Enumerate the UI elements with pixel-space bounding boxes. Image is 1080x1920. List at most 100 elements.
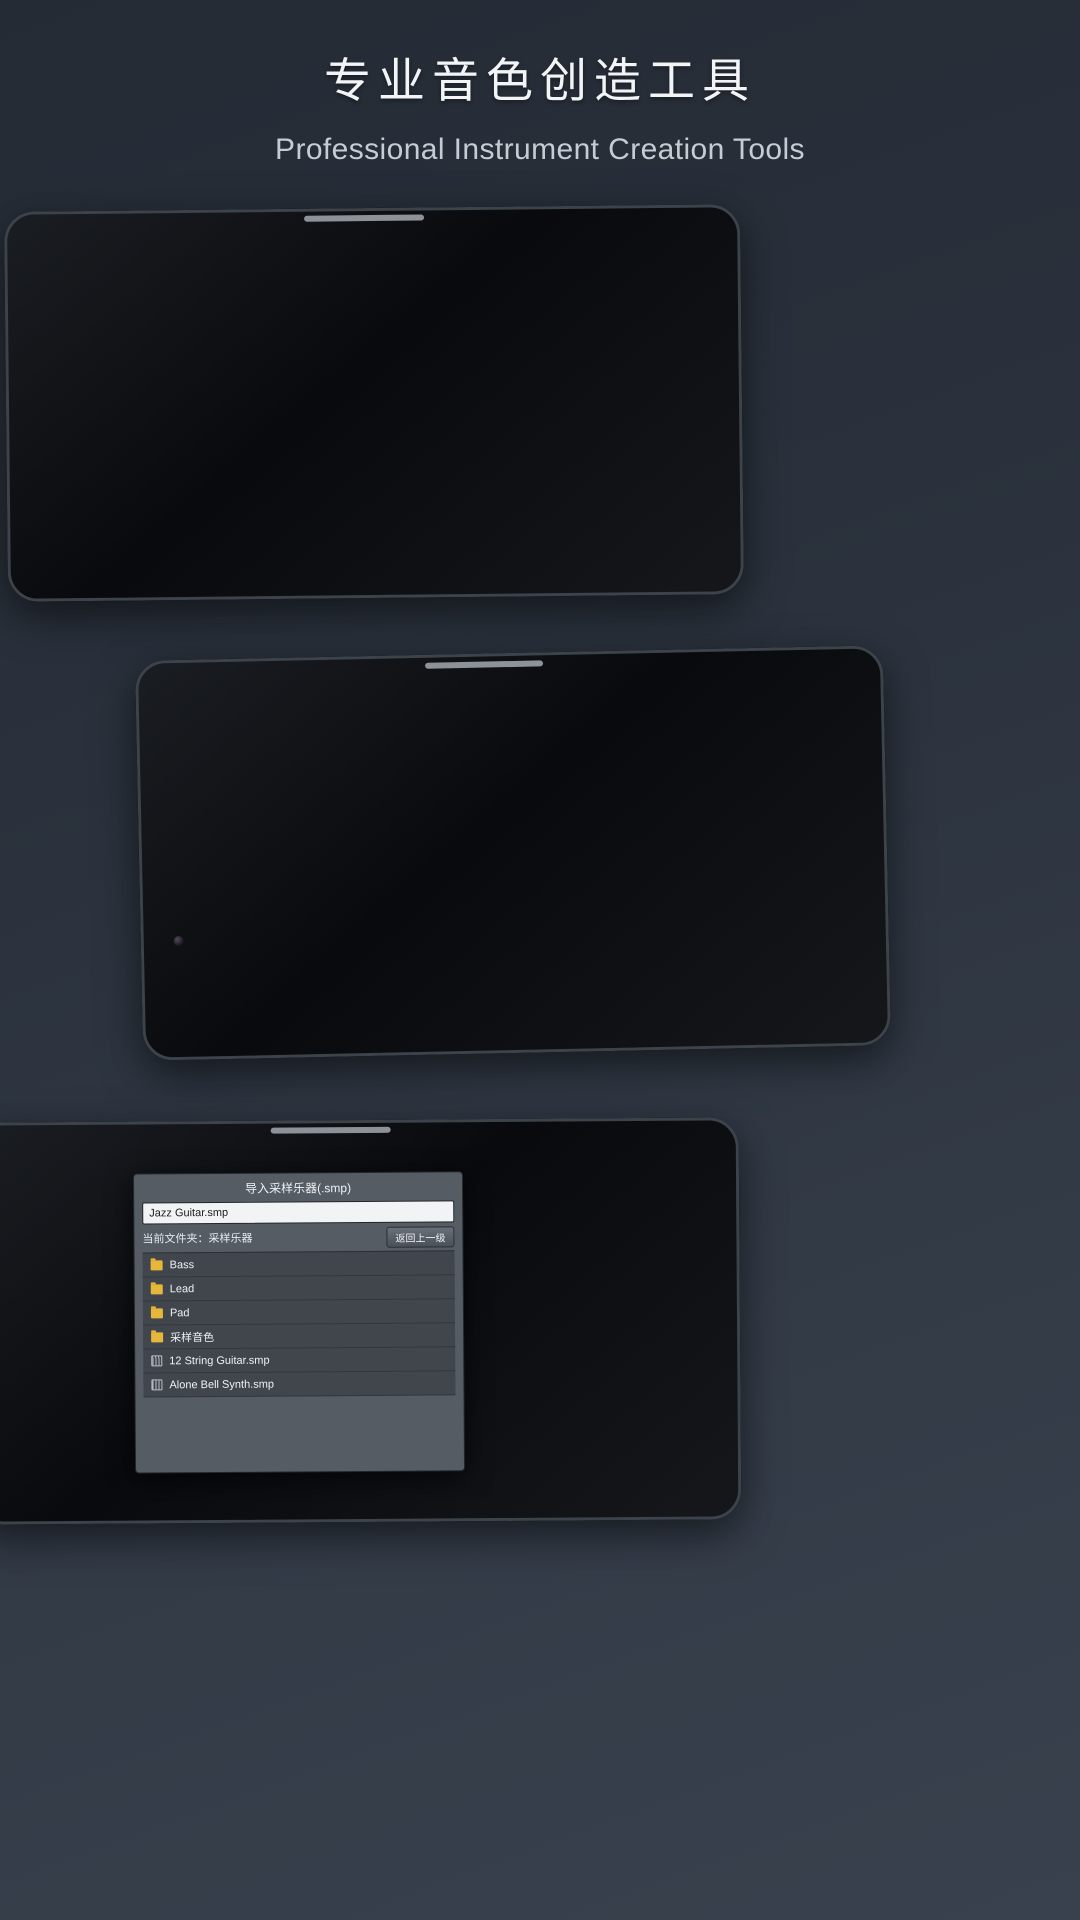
phone2-env-3-knob[interactable]: 释音 [432,852,452,883]
phone1-bpm-display[interactable]: 142 BPM 4/4拍 [24,234,90,265]
phone2-fm-0-knob-icon[interactable] [677,805,696,824]
phone2-env-0-knob[interactable]: 起音 [305,855,325,886]
phone2-fm-1-knob-icon[interactable] [717,804,736,823]
phone2-halftone-row[interactable]: 半音 0 [453,779,525,799]
phone2-export-button[interactable]: 导出音频 [214,1006,276,1029]
phone1-piano-key-black[interactable] [373,527,409,561]
phone1-map-black-key[interactable] [491,298,496,310]
phone2-osc-filter-button[interactable]: 滤波器 [376,796,444,815]
phone2-piano-key[interactable]: C1 [313,977,357,1012]
phone2-osc-tab-1[interactable]: 1 [414,752,430,769]
phone1-piano-key[interactable] [413,526,449,560]
phone1-mode-button-低音[interactable]: 低音 [305,370,338,387]
phone3-master-knob[interactable] [3,1190,37,1224]
phone2-lfo-tabs[interactable]: 12 [579,829,611,849]
phone2-piano-key-black[interactable] [504,973,548,1008]
phone2-octave-prev[interactable]: ‹ [289,976,312,1016]
phone1-tune-0-knob[interactable]: 粗调 [515,363,534,394]
phone3-automation-button[interactable]: AU [365,1144,409,1174]
volume-knob-icon[interactable] [302,785,321,804]
phone2-fm-1-knob[interactable]: 衰减 [717,804,737,835]
phone2-output-0-knob[interactable]: 增益 [751,866,771,897]
phone2-load-button[interactable]: 加载 [485,704,523,726]
phone1-env-0-knob-icon[interactable] [369,413,388,432]
phone1-sample-item[interactable]: Bass F3(L)🗑 [111,422,266,453]
phone3-master-fader[interactable] [37,1232,67,1452]
phone1-piano-key[interactable] [571,525,607,559]
phone1-waveform[interactable]: 24120 36081 [270,324,510,363]
phone1-sample-1-knob-icon[interactable] [324,413,343,432]
phone2-env-3-knob-icon[interactable] [432,852,451,871]
phone1-piano-strip[interactable]: ‹ C1 › [112,522,630,567]
phone1-glide-0-knob[interactable]: 时长 [584,411,603,442]
phone1-poly-value[interactable]: 7 [535,252,557,272]
phone2-env-2-knob-icon[interactable] [390,853,409,872]
phone2-piano-key[interactable] [552,972,596,1007]
phone1-save-button[interactable]: 保存 [347,253,385,274]
phone2-lfo-1-knob-icon[interactable] [552,850,571,869]
phone2-lfo-1-knob[interactable]: 渐入 [552,850,572,881]
phone1-map-black-key[interactable] [379,299,384,311]
phone1-map-black-key[interactable] [471,298,476,310]
phone2-piano-key-black[interactable] [695,969,739,1004]
phone1-sample-item[interactable]: Bass F2(L)🗑 [110,306,265,337]
phone2-lfo-target-row[interactable]: 振荡器1-音量 ▾ [480,885,606,907]
phone1-sample-1-knob[interactable]: 声相 [324,413,343,444]
phone1-map-black-key[interactable] [278,300,283,312]
phone1-tune-0-knob-icon[interactable] [515,363,534,382]
phone1-sample-item[interactable]: Bass D3(L)🗑 [111,393,266,424]
phone3-folder-button[interactable]: 🗀 [269,1144,311,1174]
phone1-tune-1-knob-icon[interactable] [548,363,567,382]
phone1-poly-minus-button[interactable]: − [595,251,621,272]
phone3-file-row[interactable]: Bass [143,1251,455,1277]
phone2-output-0-knob-icon[interactable] [751,866,770,885]
phone1-env-2-knob[interactable]: 延音 [444,412,463,443]
phone3-keyboard-button[interactable]: ▤ [317,1144,359,1174]
phone1-tune-1-knob[interactable]: 微调 [548,363,567,394]
phone1-sample-item[interactable]: Bass B2(L)🗑 [111,364,266,395]
phone2-filter-shape[interactable] [625,746,660,773]
phone1-map-black-key[interactable] [532,297,537,309]
phone1-env-0-knob[interactable]: 起音 [369,413,388,444]
phone1-map-black-key[interactable] [400,299,405,311]
phone1-glide-curve-icon[interactable] [524,414,552,436]
phone1-map-black-key[interactable] [501,298,506,310]
phone2-piano-key[interactable] [743,968,787,1003]
phone2-lfo-tab-1[interactable]: 1 [580,830,596,847]
phone2-env-tab-2[interactable]: 2 [395,834,410,851]
phone2-osc-pan-knob[interactable]: 声相 [338,784,358,815]
phone2-filter-0-knob[interactable]: 频率 [675,743,695,774]
phone2-fm-0-knob[interactable]: 音量 [677,805,697,836]
phone2-octave-next[interactable]: › [788,966,811,1006]
phone2-env-tab-A[interactable]: A [364,835,381,852]
phone2-piano-key-black[interactable] [360,976,404,1011]
phone3-file-row[interactable]: Lead [143,1275,455,1301]
phone3-filename-input[interactable]: Jazz Guitar.smp [142,1200,454,1224]
phone1-export-button[interactable]: 导出音频 [30,557,92,580]
phone1-map-black-key[interactable] [318,300,323,312]
phone1-octave-prev[interactable]: ‹ [112,528,134,568]
phone2-fm-shape[interactable] [626,808,661,835]
phone1-map-black-key[interactable] [328,299,333,311]
phone1-mode-button-高音[interactable]: 高音 [338,370,371,387]
phone3-back-button[interactable]: 返回上一级 [386,1226,454,1247]
phone2-detune-knob[interactable]: 失谐 [415,769,435,800]
phone2-piano-key[interactable] [647,970,691,1005]
phone2-lfo-2-knob-icon[interactable] [585,849,604,868]
phone3-settings-button[interactable]: 设置 [115,1474,157,1496]
phone3-bpm-display[interactable]: 142 BPM 4/4拍 [0,1147,61,1177]
phone1-map-black-key[interactable] [461,298,466,310]
phone1-piano-key[interactable] [492,525,528,559]
phone3-file-row[interactable]: Alone Bell Synth.smp [143,1371,455,1397]
phone1-env-3-knob-icon[interactable] [482,412,501,431]
semitone-knob-icon[interactable] [509,752,525,768]
phone1-piano-map[interactable] [270,296,626,320]
phone1-env-1-knob[interactable]: 衰减 [407,412,426,443]
phone2-piano-key[interactable] [456,974,500,1009]
phone1-piano-key[interactable] [334,527,370,561]
phone1-map-black-key[interactable] [573,297,578,309]
phone3-fader-cap[interactable] [35,1321,71,1347]
phone1-glide-0-knob-icon[interactable] [584,411,603,430]
add-sample-icon[interactable]: + [251,285,259,301]
phone2-fm-2-knob-icon[interactable] [757,803,776,822]
